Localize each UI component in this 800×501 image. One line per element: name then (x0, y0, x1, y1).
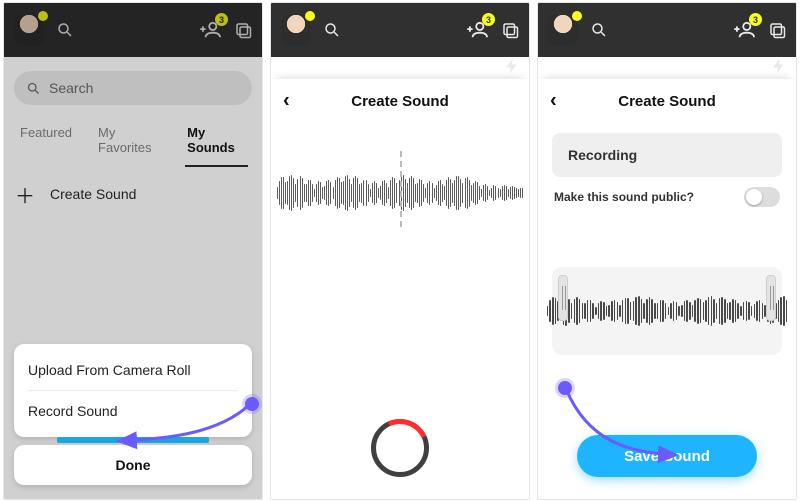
create-sound-label: Create Sound (50, 186, 136, 202)
make-public-toggle[interactable] (744, 187, 780, 207)
action-sheet-options: Upload From Camera Roll Record Sound (14, 344, 252, 437)
add-friend-icon[interactable] (467, 21, 489, 39)
cards-icon[interactable] (234, 21, 252, 39)
search-icon[interactable] (323, 21, 341, 39)
trim-handle-right[interactable] (766, 275, 776, 321)
action-sheet: Upload From Camera Roll Record Sound Don… (14, 344, 252, 485)
cards-icon[interactable] (768, 21, 786, 39)
tab-my-favorites[interactable]: My Favorites (96, 119, 163, 167)
create-sound-header: ‹ Create Sound (538, 79, 796, 123)
sounds-tabs: Featured My Favorites My Sounds (18, 119, 248, 167)
profile-avatar[interactable] (281, 15, 311, 45)
create-sound-header: ‹ Create Sound (271, 79, 529, 123)
done-button[interactable]: Done (14, 445, 252, 485)
playhead-divider (400, 151, 402, 227)
flash-icon[interactable] (503, 57, 521, 79)
add-friend-icon[interactable] (200, 21, 222, 39)
page-title: Create Sound (618, 93, 716, 110)
search-input[interactable]: Search (14, 71, 252, 105)
tab-featured[interactable]: Featured (18, 119, 74, 167)
page-title: Create Sound (351, 93, 449, 110)
screenshot-step-3: ‹ Create Sound Recording Make this sound… (537, 2, 797, 500)
search-placeholder: Search (49, 80, 93, 96)
option-upload-camera-roll[interactable]: Upload From Camera Roll (28, 350, 238, 390)
tab-my-sounds[interactable]: My Sounds (185, 119, 248, 167)
profile-avatar[interactable] (548, 15, 578, 45)
option-record-sound[interactable]: Record Sound (28, 390, 238, 431)
back-button[interactable]: ‹ (550, 90, 557, 113)
recording-name-field[interactable]: Recording (552, 133, 782, 177)
audio-clip-trimmer[interactable] (552, 267, 782, 355)
make-public-row: Make this sound public? (538, 187, 796, 207)
make-public-label: Make this sound public? (554, 190, 694, 204)
app-topbar (538, 3, 796, 57)
done-label: Done (116, 457, 151, 473)
screenshot-step-1: Search Featured My Favorites My Sounds ＋… (3, 2, 263, 500)
create-sound-row[interactable]: ＋ Create Sound (14, 183, 252, 205)
app-topbar (271, 3, 529, 57)
profile-avatar[interactable] (14, 15, 44, 45)
app-topbar (4, 3, 262, 57)
recording-waveform (271, 123, 529, 223)
save-sound-button[interactable]: Save Sound (577, 435, 757, 477)
add-friend-icon[interactable] (734, 21, 756, 39)
cards-icon[interactable] (501, 21, 519, 39)
screenshot-step-2: ‹ Create Sound (270, 2, 530, 500)
record-button[interactable] (371, 419, 429, 477)
clip-waveform (547, 281, 788, 341)
search-icon[interactable] (56, 21, 74, 39)
flash-icon[interactable] (770, 57, 788, 79)
back-button[interactable]: ‹ (283, 90, 290, 113)
plus-icon: ＋ (14, 183, 36, 205)
search-icon[interactable] (590, 21, 608, 39)
save-sound-label: Save Sound (624, 448, 710, 465)
trim-handle-left[interactable] (558, 275, 568, 321)
